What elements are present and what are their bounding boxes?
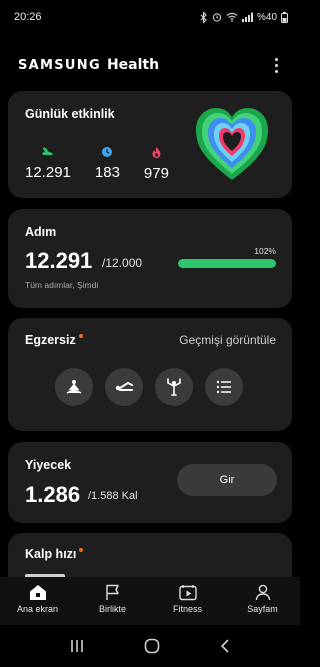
more-options-button[interactable] bbox=[268, 54, 284, 76]
more-dot-icon bbox=[274, 69, 278, 73]
wifi-icon bbox=[226, 12, 238, 22]
food-enter-button[interactable]: Gir bbox=[177, 464, 277, 496]
steps-title: Adım bbox=[25, 225, 57, 239]
home-icon bbox=[29, 585, 46, 600]
activity-stats: 12.291 183 979 bbox=[25, 146, 169, 182]
activity-rings-heart-icon bbox=[196, 108, 268, 180]
nav-together[interactable]: Birlikte bbox=[75, 577, 150, 625]
system-nav-bar bbox=[0, 625, 300, 667]
yoga-button[interactable] bbox=[55, 368, 93, 406]
back-icon[interactable] bbox=[220, 639, 230, 653]
nav-fitness-label: Fitness bbox=[172, 604, 202, 614]
exercise-list-button[interactable] bbox=[205, 368, 243, 406]
nav-home-label: Ana ekran bbox=[16, 604, 59, 614]
video-play-icon bbox=[178, 585, 197, 601]
activity-calories-value: 979 bbox=[143, 165, 169, 182]
yoga-icon bbox=[66, 380, 82, 394]
status-time: 20:26 bbox=[14, 11, 42, 23]
person-icon bbox=[255, 584, 270, 601]
home-circle-icon[interactable] bbox=[144, 638, 160, 654]
activity-minutes: 183 bbox=[95, 146, 120, 182]
strength-icon bbox=[167, 378, 181, 396]
nav-home[interactable]: Ana ekran bbox=[0, 577, 75, 625]
view-history-link[interactable]: Geçmişi görüntüle bbox=[179, 333, 276, 347]
steps-progress-fill bbox=[178, 259, 276, 268]
status-bar: 20:26 %40 bbox=[0, 0, 300, 34]
activity-calories: 979 bbox=[144, 146, 169, 182]
list-icon bbox=[216, 380, 231, 394]
brand-samsung: SAMSUNG bbox=[18, 58, 101, 73]
brand-logo: SAMSUNG Health bbox=[18, 57, 159, 73]
pilates-button[interactable] bbox=[105, 368, 143, 406]
steps-count: 12.291 bbox=[25, 248, 93, 273]
bluetooth-icon bbox=[200, 11, 207, 23]
steps-percent: 102% bbox=[254, 246, 276, 256]
battery-percent: %40 bbox=[256, 11, 277, 23]
steps-progress-bar bbox=[178, 259, 276, 268]
stretch-icon bbox=[115, 381, 133, 391]
steps-shoe-icon bbox=[41, 147, 53, 155]
nav-together-label: Birlikte bbox=[98, 604, 126, 614]
exercise-title: Egzersiz bbox=[25, 333, 76, 347]
heart-rate-title: Kalp hızı bbox=[25, 547, 77, 561]
activity-steps: 12.291 bbox=[25, 146, 71, 182]
nav-my-page[interactable]: Sayfam bbox=[225, 577, 300, 625]
brand-health: Health bbox=[106, 57, 160, 73]
flame-icon bbox=[152, 146, 161, 158]
flag-icon bbox=[105, 584, 119, 600]
daily-activity-title: Günlük etkinlik bbox=[25, 107, 115, 121]
nav-my-page-label: Sayfam bbox=[247, 604, 278, 614]
app-header: SAMSUNG Health bbox=[18, 52, 284, 78]
alarm-icon bbox=[212, 13, 222, 22]
strength-button[interactable] bbox=[155, 368, 193, 406]
steps-goal: /12.000 bbox=[102, 256, 143, 270]
bottom-nav: Ana ekran Birlikte Fitness Sayfam bbox=[0, 577, 300, 625]
heart-title-wrap: Kalp hızı bbox=[25, 547, 84, 561]
exercise-title-wrap: Egzersiz bbox=[25, 333, 83, 347]
clock-icon bbox=[102, 147, 113, 157]
activity-minutes-value: 183 bbox=[94, 164, 120, 181]
nav-fitness[interactable]: Fitness bbox=[150, 577, 225, 625]
status-icons: %40 bbox=[200, 11, 288, 23]
new-badge-dot bbox=[79, 548, 84, 552]
food-calories-goal: /1.588 Kal bbox=[88, 490, 138, 502]
activity-steps-value: 12.291 bbox=[25, 164, 71, 181]
more-dot-icon bbox=[274, 63, 278, 67]
new-badge-dot bbox=[78, 334, 83, 338]
exercise-shortcuts bbox=[55, 368, 243, 406]
recent-apps-icon[interactable] bbox=[70, 639, 84, 653]
more-dot-icon bbox=[274, 57, 278, 61]
battery-icon bbox=[281, 11, 288, 23]
food-title: Yiyecek bbox=[25, 458, 72, 472]
signal-icon bbox=[241, 12, 253, 22]
steps-subtitle: Tüm adımlar, Şimdi bbox=[25, 280, 99, 290]
food-calories-count: 1.286 bbox=[25, 482, 81, 507]
